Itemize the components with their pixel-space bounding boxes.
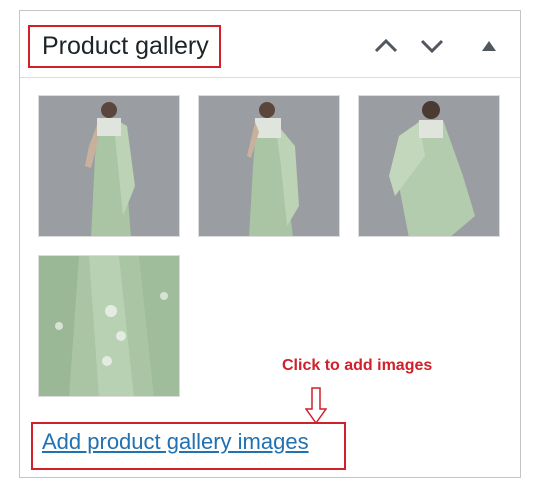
gallery-image-4[interactable] [38, 255, 180, 397]
saree-side-view-image [199, 96, 339, 236]
gallery-image-2[interactable] [198, 95, 340, 237]
toggle-panel-button[interactable] [474, 33, 504, 59]
move-down-icon [420, 39, 444, 54]
arrow-down-icon [305, 387, 327, 425]
toggle-panel-icon [482, 41, 496, 51]
saree-front-view-image [39, 96, 179, 236]
panel-title: Product gallery [42, 32, 209, 60]
saree-back-view-image [359, 96, 499, 236]
move-up-icon [374, 38, 398, 53]
move-up-button[interactable] [371, 33, 401, 59]
panel-header: Product gallery [20, 11, 520, 78]
move-down-button[interactable] [417, 33, 447, 59]
click-to-add-annotation: Click to add images [282, 357, 433, 374]
gallery-image-3[interactable] [358, 95, 500, 237]
add-product-gallery-images-link[interactable]: Add product gallery images [42, 429, 309, 455]
saree-fabric-closeup-image [39, 256, 179, 396]
product-gallery-panel: Product gallery Click to add images Add … [19, 10, 521, 478]
gallery-image-1[interactable] [38, 95, 180, 237]
